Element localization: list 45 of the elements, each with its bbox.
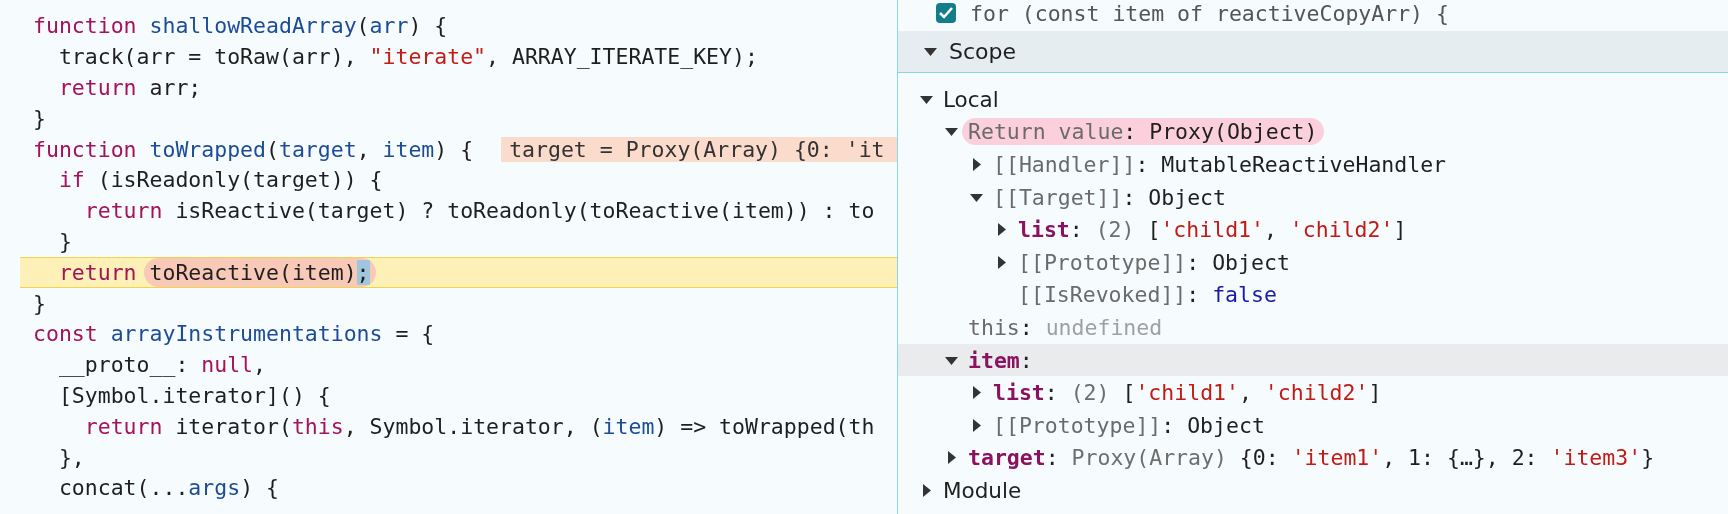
- code-line: if (isReadonly(target)) {: [57, 166, 384, 195]
- code-line: __proto__: null,: [57, 351, 267, 380]
- code-line: },: [57, 443, 86, 472]
- scope-entry: list: (2) ['child1', 'child2']: [1017, 216, 1408, 244]
- code-line: return arr;: [57, 74, 203, 103]
- scope-entry: [[Prototype]]: Object: [1017, 248, 1291, 276]
- scope-entry: target: Proxy(Array) {0: 'item1', 1: {…}, 2: 'item3'}: [967, 444, 1656, 472]
- scope-entry: [[IsRevoked]]: false: [1017, 281, 1278, 309]
- breakpoint-code: for (const item of reactiveCopyArr) {: [970, 0, 1449, 26]
- code-line: track(arr = toRaw(arr), "iterate", ARRAY_ITERATE_KEY);: [57, 43, 759, 72]
- scope-entry: Return value: Proxy(Object): [962, 118, 1324, 146]
- code-line: }: [32, 289, 47, 318]
- scope-entry: Module: [942, 476, 1023, 504]
- scope-entry: item:: [967, 346, 1034, 374]
- section-header[interactable]: Scope: [898, 31, 1728, 73]
- code-line: function shallowReadArray(arr) {: [32, 12, 449, 41]
- selected-row[interactable]: item:: [898, 343, 1728, 377]
- code-line: const arrayInstrumentations = {: [32, 320, 436, 349]
- code-text: function toWrapped(target, item) {: [33, 136, 474, 162]
- highlight-mark: toReactive(item);: [143, 257, 376, 287]
- code-line: concat(...args) {: [57, 474, 280, 503]
- scope-entry: [[Target]]: Object: [992, 183, 1227, 211]
- code-line: return isReactive(target) ? toReadonly(toReactive(item)) : to: [83, 197, 876, 226]
- triangle-right-icon[interactable]: [970, 418, 983, 432]
- scope-entry: [[Prototype]]: Object: [992, 411, 1266, 439]
- triangle-down-icon[interactable]: [945, 125, 958, 139]
- scope-entry: Local: [942, 85, 1000, 113]
- code-line: return iterator(this, Symbol.iterator, (item) => toWrapped(th: [83, 412, 876, 441]
- code-line: }: [57, 228, 73, 257]
- inline-value: target = Proxy(Array) {0: 'it: [501, 136, 897, 162]
- checkbox[interactable]: [936, 3, 956, 23]
- triangle-right-icon[interactable]: [995, 255, 1008, 269]
- code-line: }: [32, 104, 47, 133]
- section-title: Scope: [949, 39, 1017, 64]
- triangle-down-icon[interactable]: [924, 45, 937, 58]
- triangle-right-icon[interactable]: [970, 158, 983, 171]
- code-line: [Symbol.iterator]() {: [57, 382, 332, 411]
- triangle-right-icon[interactable]: [920, 483, 933, 497]
- triangle-right-icon[interactable]: [945, 451, 958, 465]
- triangle-right-icon[interactable]: [995, 223, 1008, 237]
- scope-entry: list: (2) ['child1', 'child2']: [992, 379, 1383, 407]
- scope-entry: this: undefined: [967, 313, 1164, 341]
- triangle-right-icon[interactable]: [970, 386, 983, 400]
- scope-entry: [[Handler]]: MutableReactiveHandler: [992, 151, 1448, 178]
- code-text: return: [57, 259, 138, 285]
